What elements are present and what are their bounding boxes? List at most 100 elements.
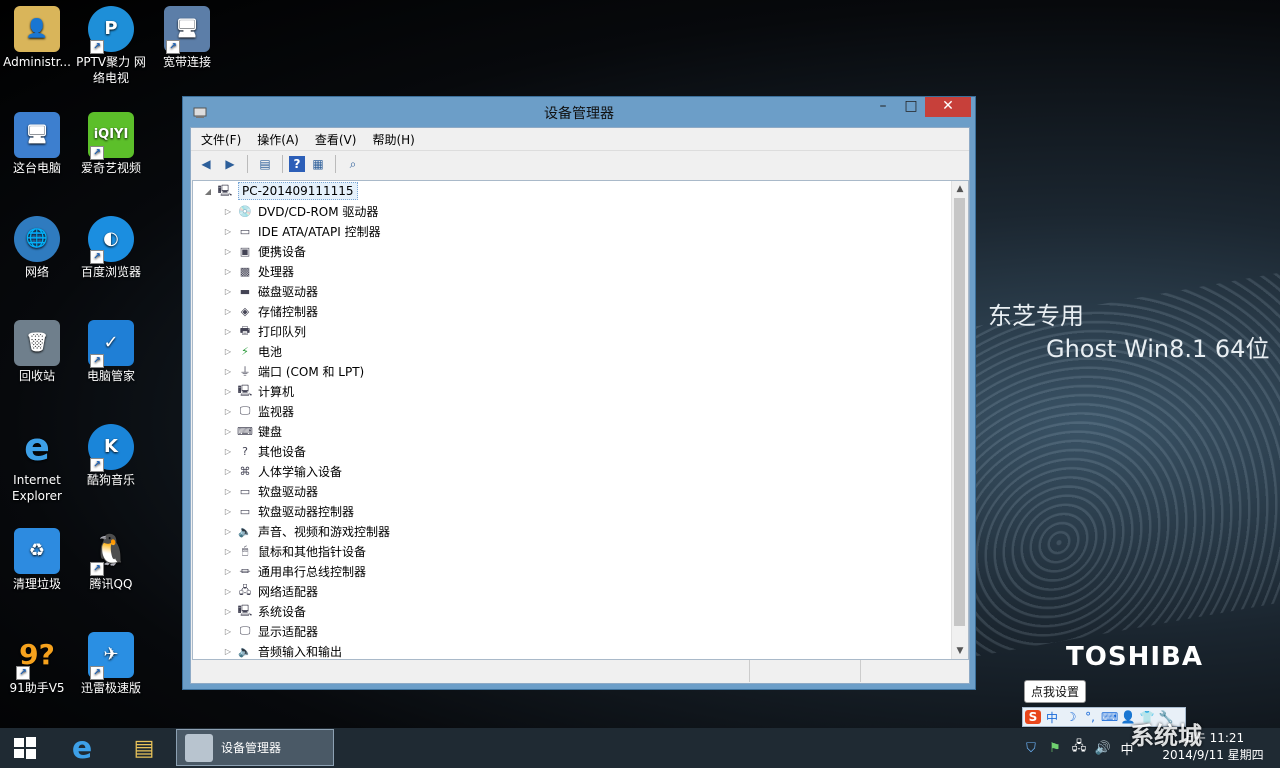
scan-hardware-icon[interactable]: ⌕: [342, 154, 364, 174]
tree-item-network-adapter[interactable]: ▷ 🖧 网络适配器: [221, 581, 318, 601]
tree-item-processor[interactable]: ▷ ▩ 处理器: [221, 261, 294, 281]
expand-arrow-icon[interactable]: ▷: [221, 287, 235, 296]
network-icon[interactable]: 🖧: [1070, 737, 1088, 759]
menu-file[interactable]: 文件(F): [193, 128, 249, 150]
expand-arrow-icon[interactable]: ▷: [221, 427, 235, 436]
device-manager-window[interactable]: 设备管理器 – □ ✕ 文件(F) 操作(A) 查看(V) 帮助(H) ◀ ▶ …: [182, 96, 976, 690]
properties-icon[interactable]: ▦: [307, 154, 329, 174]
desktop-icon-kugou[interactable]: K ↗ 酷狗音乐: [74, 424, 148, 488]
tree-item-ports[interactable]: ▷ ⏚ 端口 (COM 和 LPT): [221, 361, 364, 381]
menu-view[interactable]: 查看(V): [307, 128, 365, 150]
minimize-button[interactable]: –: [869, 97, 897, 117]
expand-arrow-icon[interactable]: ▷: [221, 547, 235, 556]
expand-arrow-icon[interactable]: ▷: [221, 227, 235, 236]
desktop-icon-broadband[interactable]: 🖥 ↗ 宽带连接: [150, 6, 224, 70]
expand-arrow-icon[interactable]: ▷: [221, 467, 235, 476]
expand-arrow-icon[interactable]: ▷: [221, 307, 235, 316]
collapse-triangle-icon[interactable]: ◢: [201, 187, 215, 196]
menu-action[interactable]: 操作(A): [249, 128, 307, 150]
desktop-icon-qq[interactable]: 🐧 ↗ 腾讯QQ: [74, 528, 148, 592]
expand-arrow-icon[interactable]: ▷: [221, 627, 235, 636]
maximize-button[interactable]: □: [897, 97, 925, 117]
tree-item-system-devices[interactable]: ▷ 🖳 系统设备: [221, 601, 306, 621]
desktop-icon-internet-explorer[interactable]: e Internet Explorer: [0, 424, 74, 504]
desktop-icon-this-pc[interactable]: 🖥 这台电脑: [0, 112, 74, 176]
tree-item-battery[interactable]: ▷ ⚡ 电池: [221, 341, 282, 361]
vertical-scrollbar[interactable]: ▲ ▼: [951, 181, 968, 659]
network-status-icon[interactable]: ⚑: [1046, 741, 1064, 756]
desktop-icon-pptv[interactable]: P ↗ PPTV聚力 网络电视: [74, 6, 148, 86]
desktop-icon-baidu-browser[interactable]: ◐ ↗ 百度浏览器: [74, 216, 148, 280]
internet-explorer-taskbar-icon[interactable]: e: [56, 730, 108, 766]
scroll-up-arrow-icon[interactable]: ▲: [952, 181, 968, 197]
status-pane-3: [861, 660, 969, 682]
tree-item-print-queue[interactable]: ▷ 🖶 打印队列: [221, 321, 306, 341]
desktop-icon-91-assistant[interactable]: 9? ↗ 91助手V5: [0, 632, 74, 696]
expand-arrow-icon[interactable]: ▷: [221, 527, 235, 536]
expand-arrow-icon[interactable]: ▷: [221, 207, 235, 216]
help-icon[interactable]: ?: [289, 156, 305, 172]
device-tree-pane[interactable]: ◢ 🖳 PC-201409111115 ▷ 💿 DVD/CD-ROM 驱动器 ▷ ▭ I…: [192, 180, 969, 660]
tree-item-disk[interactable]: ▷ ▬ 磁盘驱动器: [221, 281, 318, 301]
expand-arrow-icon[interactable]: ▷: [221, 327, 235, 336]
tree-item-floppy-controller[interactable]: ▷ ▭ 软盘驱动器控制器: [221, 501, 354, 521]
expand-arrow-icon[interactable]: ▷: [221, 587, 235, 596]
network-connection-icon: 🖥 ↗: [164, 6, 210, 54]
expand-arrow-icon[interactable]: ▷: [221, 487, 235, 496]
half-width-moon-icon[interactable]: ☽: [1063, 710, 1079, 724]
expand-arrow-icon[interactable]: ▷: [221, 447, 235, 456]
expand-arrow-icon[interactable]: ▷: [221, 387, 235, 396]
expand-arrow-icon[interactable]: ▷: [221, 347, 235, 356]
back-arrow-icon[interactable]: ◀: [195, 154, 217, 174]
forward-arrow-icon[interactable]: ▶: [219, 154, 241, 174]
punctuation-icon[interactable]: °,: [1082, 710, 1098, 724]
show-hide-tree-icon[interactable]: ▤: [254, 154, 276, 174]
expand-arrow-icon[interactable]: ▷: [221, 267, 235, 276]
desktop-icon-xunlei[interactable]: ✈ ↗ 迅雷极速版: [74, 632, 148, 696]
menu-help[interactable]: 帮助(H): [364, 128, 422, 150]
tree-item-other-devices[interactable]: ▷? 其他设备: [221, 441, 306, 461]
expand-arrow-icon[interactable]: ▷: [221, 647, 235, 656]
desktop-icon-iqiyi[interactable]: iQIYI ↗ 爱奇艺视频: [74, 112, 148, 176]
expand-arrow-icon[interactable]: ▷: [221, 507, 235, 516]
expand-arrow-icon[interactable]: ▷: [221, 407, 235, 416]
desktop-icon-cleanup[interactable]: ♻ 清理垃圾: [0, 528, 74, 592]
scroll-down-arrow-icon[interactable]: ▼: [952, 643, 968, 659]
tree-item-mouse[interactable]: ▷ 🖱 鼠标和其他指针设备: [221, 541, 366, 561]
tree-item-ide[interactable]: ▷ ▭ IDE ATA/ATAPI 控制器: [221, 221, 381, 241]
tree-item-usb[interactable]: ▷ ⏛ 通用串行总线控制器: [221, 561, 366, 581]
expand-arrow-icon[interactable]: ▷: [221, 567, 235, 576]
computer-root-icon: 🖳: [217, 183, 233, 197]
soft-keyboard-icon[interactable]: ⌨: [1101, 710, 1118, 724]
tree-item-floppy[interactable]: ▷ ▭ 软盘驱动器: [221, 481, 318, 501]
expand-arrow-icon[interactable]: ▷: [221, 247, 235, 256]
taskbar-button-device-manager[interactable]: 设备管理器: [176, 729, 334, 766]
ime-mode-toggle[interactable]: 中: [1044, 709, 1060, 726]
sogou-logo-icon[interactable]: S: [1025, 710, 1041, 724]
tree-item-keyboard[interactable]: ▷ ⌨ 键盘: [221, 421, 282, 441]
desktop-icon-pc-manager[interactable]: ✓ ↗ 电脑管家: [74, 320, 148, 384]
tree-item-dvd[interactable]: ▷ 💿 DVD/CD-ROM 驱动器: [221, 201, 379, 221]
tree-item-monitor[interactable]: ▷ 🖵 监视器: [221, 401, 294, 421]
desktop-icon-recycle-bin[interactable]: 🗑 回收站: [0, 320, 74, 384]
volume-icon[interactable]: 🔊: [1094, 741, 1112, 756]
floppy-drive-icon: ▭: [239, 484, 251, 498]
tree-item-display-adapter[interactable]: ▷ 🖵 显示适配器: [221, 621, 318, 641]
desktop-icon-network[interactable]: 🌐 网络: [0, 216, 74, 280]
tree-item-hid[interactable]: ▷ ⌘ 人体学输入设备: [221, 461, 342, 481]
tree-item-sound[interactable]: ▷ 🔈 声音、视频和游戏控制器: [221, 521, 390, 541]
tree-item-portable[interactable]: ▷ ▣ 便携设备: [221, 241, 306, 261]
expand-arrow-icon[interactable]: ▷: [221, 367, 235, 376]
tree-root[interactable]: ◢ 🖳 PC-201409111115: [201, 181, 358, 201]
tree-item-storage[interactable]: ▷ ◈ 存储控制器: [221, 301, 318, 321]
tree-item-audio-io[interactable]: ▷ 🔈 音频输入和输出: [221, 641, 342, 659]
close-button[interactable]: ✕: [925, 97, 971, 117]
start-button[interactable]: [0, 728, 50, 768]
scrollbar-thumb[interactable]: [954, 198, 965, 626]
title-bar[interactable]: 设备管理器 – □ ✕: [183, 97, 975, 127]
tree-item-computer[interactable]: ▷ 🖳 计算机: [221, 381, 294, 401]
security-shield-icon[interactable]: ⛉: [1022, 741, 1040, 756]
desktop-icon-administrator[interactable]: 👤 Administr...: [0, 6, 74, 70]
file-explorer-icon[interactable]: ▤: [118, 730, 170, 766]
expand-arrow-icon[interactable]: ▷: [221, 607, 235, 616]
